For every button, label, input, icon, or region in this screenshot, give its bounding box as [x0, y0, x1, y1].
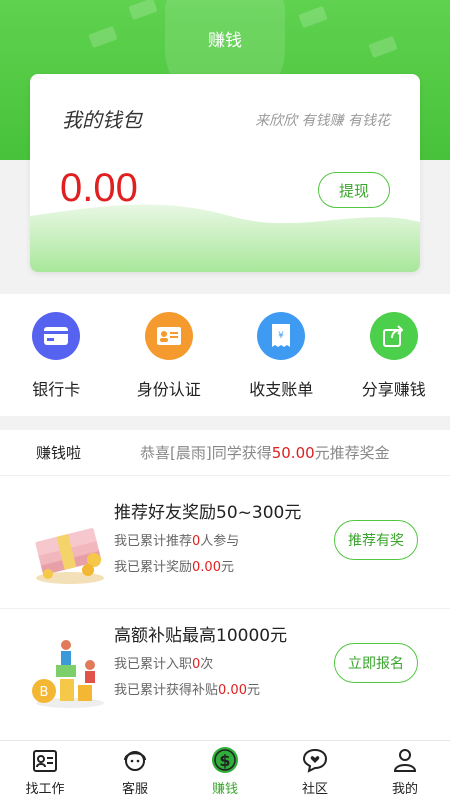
shortcut-row: 银行卡 身份认证 ¥ 收支账单 分享赚钱: [0, 294, 450, 416]
signup-button[interactable]: 立即报名: [334, 643, 418, 683]
task-stat-hires: 我已累计入职0次: [114, 657, 214, 672]
shortcut-label: 银行卡: [32, 380, 81, 399]
shortcut-bill[interactable]: ¥ 收支账单: [225, 294, 338, 416]
task-stat-rewards: 我已累计奖励0.00元: [114, 560, 234, 575]
task-stat-subsidy: 我已累计获得补贴0.00元: [114, 683, 260, 698]
chat-heart-icon: [301, 746, 329, 774]
svg-text:$: $: [219, 751, 230, 770]
earn-section-label: 赚钱啦: [36, 444, 82, 462]
money-stack-icon: [35, 528, 104, 584]
shortcut-label: 分享赚钱: [361, 380, 426, 399]
earn-header: 赚钱啦 恭喜[晨雨]同学获得50.00元推荐奖金: [0, 430, 450, 476]
tab-label: 找工作: [25, 782, 65, 797]
shortcut-share[interactable]: 分享赚钱: [338, 294, 450, 416]
job-card-icon: [31, 746, 59, 774]
tab-label: 赚钱: [211, 782, 238, 797]
bottom-tab-bar: 找工作 客服 $ 赚钱 社区 我的: [0, 740, 450, 800]
wallet-card: 我的钱包 来欣欣 有钱赚 有钱花 0.00 提现: [30, 74, 420, 272]
wallet-slogan: 来欣欣 有钱赚 有钱花: [255, 113, 390, 129]
headset-icon: [121, 746, 149, 774]
bill-icon: ¥: [257, 312, 306, 360]
task-title: 高额补贴最高10000元: [114, 626, 288, 646]
dollar-icon: $: [211, 746, 239, 774]
bank-card-icon: [32, 312, 81, 360]
earn-panel: 赚钱啦 恭喜[晨雨]同学获得50.00元推荐奖金 推荐好友奖励50~300元 我…: [0, 430, 450, 740]
shortcut-bank-card[interactable]: 银行卡: [0, 294, 113, 416]
shortcut-label: 身份认证: [136, 380, 201, 399]
task-title: 推荐好友奖励50~300元: [114, 503, 302, 523]
tab-label: 我的: [391, 782, 418, 797]
task-referral: 推荐好友奖励50~300元 我已累计推荐0人参与 我已累计奖励0.00元 推荐有…: [0, 486, 450, 608]
tab-earn[interactable]: $ 赚钱: [180, 741, 270, 800]
earn-ticker: 恭喜[晨雨]同学获得50.00元推荐奖金: [140, 444, 390, 462]
bitcoin-people-icon: B: [32, 640, 104, 708]
wallet-balance: 0.00: [60, 166, 138, 210]
shortcut-identity[interactable]: 身份认证: [113, 294, 226, 416]
share-icon: [369, 312, 418, 360]
task-subsidy: B 高额补贴最高10000元 我已累计入职0次 我已累计获得补贴0.00元 立即…: [0, 608, 450, 730]
person-icon: [391, 746, 419, 774]
tab-service[interactable]: 客服: [90, 741, 180, 800]
svg-text:B: B: [40, 685, 49, 700]
tab-label: 客服: [121, 782, 148, 797]
tab-label: 社区: [301, 782, 328, 797]
task-stat-referrals: 我已累计推荐0人参与: [114, 534, 240, 549]
tab-mine[interactable]: 我的: [360, 741, 450, 800]
page-title: 赚钱: [208, 31, 242, 51]
shortcut-label: 收支账单: [249, 380, 314, 399]
referral-button[interactable]: 推荐有奖: [334, 520, 418, 560]
tab-find-job[interactable]: 找工作: [0, 741, 90, 800]
id-card-icon: [144, 312, 193, 360]
svg-text:¥: ¥: [278, 331, 284, 341]
wallet-title: 我的钱包: [62, 108, 142, 132]
tab-community[interactable]: 社区: [270, 741, 360, 800]
withdraw-button[interactable]: 提现: [318, 172, 390, 208]
